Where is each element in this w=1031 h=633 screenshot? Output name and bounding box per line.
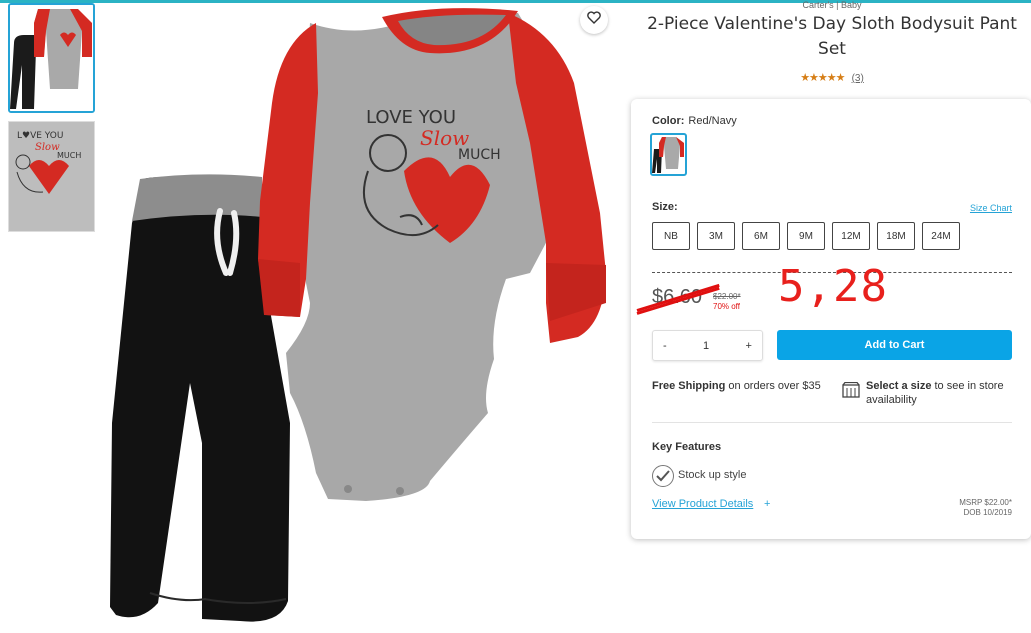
expand-plus-icon[interactable]: +: [764, 498, 770, 510]
graphic-text-love: LOVE YOU: [366, 107, 456, 128]
thumbnail-graphic-image: L♥VE YOU Slow MUCH: [9, 122, 94, 231]
free-shipping-text: on orders over $35: [725, 380, 821, 392]
quantity-value[interactable]: 1: [703, 340, 709, 352]
feature-item: Stock up style: [678, 469, 747, 481]
thumbnail-product-set[interactable]: [8, 3, 95, 113]
size-chart-link[interactable]: Size Chart: [970, 203, 1012, 213]
view-product-details-link[interactable]: View Product Details: [652, 498, 753, 510]
checkmark-icon: [652, 465, 674, 487]
svg-text:MUCH: MUCH: [57, 151, 81, 160]
heart-icon: [587, 11, 601, 29]
select-size-bold: Select a size: [866, 380, 932, 392]
quantity-stepper[interactable]: - 1 +: [652, 330, 763, 361]
main-product-image: LOVE YOU Slow MUCH: [110, 3, 616, 625]
percent-off: 70% off: [713, 302, 740, 311]
features-divider: [652, 422, 1012, 423]
brand-label[interactable]: Carter's | Baby: [632, 0, 1031, 10]
review-count-link[interactable]: (3): [852, 73, 864, 84]
msrp-info: MSRP $22.00* DOB 10/2019: [959, 498, 1012, 518]
size-option-nb[interactable]: NB: [652, 222, 690, 250]
free-shipping-info: Free Shipping on orders over $35: [652, 379, 822, 393]
size-option-18m[interactable]: 18M: [877, 222, 915, 250]
dob-line: DOB 10/2019: [963, 508, 1012, 517]
rating-row[interactable]: ★★★★★ (3): [632, 71, 1031, 84]
thumbnail-outfit-image: [10, 5, 93, 111]
color-value: Red/Navy: [688, 115, 737, 127]
original-price: $22.00*: [713, 292, 741, 301]
store-availability-info[interactable]: Select a size to see in store availabili…: [866, 379, 1016, 407]
size-option-3m[interactable]: 3M: [697, 222, 735, 250]
purchase-card: Color: Red/Navy Size: Size Chart NB 3M 6M…: [631, 99, 1031, 539]
size-option-6m[interactable]: 6M: [742, 222, 780, 250]
store-icon: [842, 381, 860, 403]
product-outfit-illustration: LOVE YOU Slow MUCH: [110, 8, 606, 622]
color-swatch-red-navy[interactable]: [650, 133, 687, 176]
handwritten-price-annotation: 5,28: [778, 261, 888, 312]
add-to-cart-button[interactable]: Add to Cart: [777, 330, 1012, 360]
color-label: Color: Red/Navy: [652, 115, 737, 127]
size-options: NB 3M 6M 9M 12M 18M 24M: [652, 222, 960, 250]
free-shipping-bold: Free Shipping: [652, 380, 726, 392]
product-title: 2-Piece Valentine's Day Sloth Bodysuit P…: [647, 14, 1017, 59]
size-label: Size:: [652, 201, 678, 213]
svg-text:L♥VE YOU: L♥VE YOU: [17, 131, 63, 141]
quantity-decrease-button[interactable]: -: [663, 340, 667, 352]
star-rating-icon: ★★★★★: [800, 72, 845, 84]
quantity-increase-button[interactable]: +: [746, 340, 752, 352]
msrp-line: MSRP $22.00*: [959, 498, 1012, 507]
graphic-text-much: MUCH: [458, 147, 501, 163]
size-option-12m[interactable]: 12M: [832, 222, 870, 250]
favorite-button[interactable]: [580, 6, 608, 34]
key-features-heading: Key Features: [652, 441, 722, 453]
size-option-9m[interactable]: 9M: [787, 222, 825, 250]
size-option-24m[interactable]: 24M: [922, 222, 960, 250]
thumbnail-graphic-closeup[interactable]: L♥VE YOU Slow MUCH: [8, 121, 95, 232]
